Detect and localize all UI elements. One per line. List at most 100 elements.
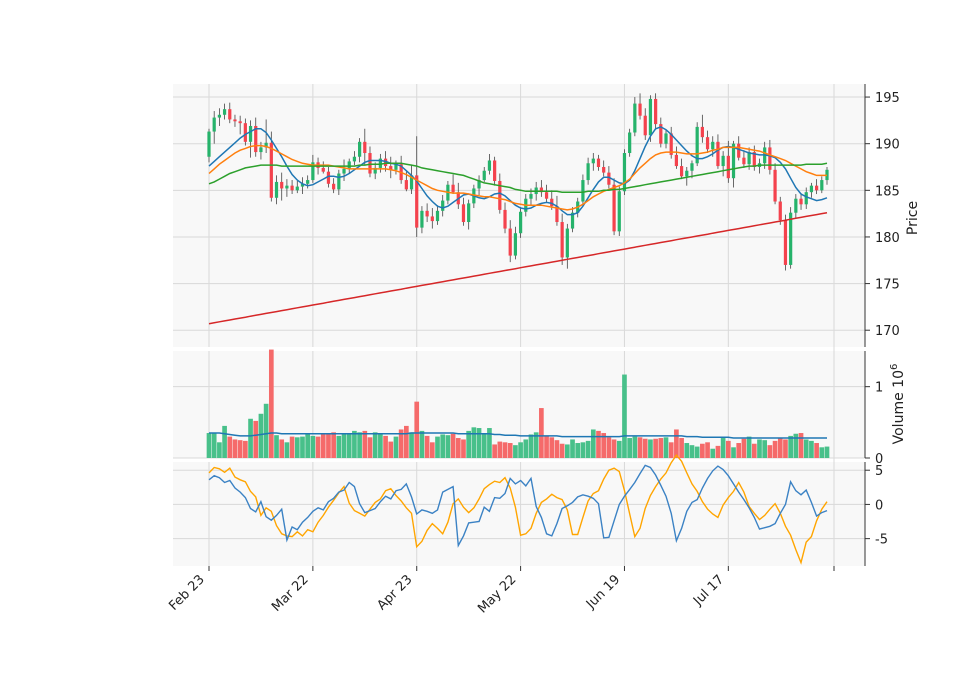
- y-tick-label: 175: [875, 278, 900, 293]
- volume-bar: [497, 441, 503, 458]
- volume-bar: [596, 430, 601, 458]
- x-tick-label: Feb 23: [166, 572, 208, 614]
- volume-bar: [243, 440, 248, 458]
- candle-body: [742, 157, 746, 165]
- volume-bar: [741, 438, 747, 458]
- y-tick-label: -5: [875, 533, 888, 548]
- volume-bar: [544, 435, 549, 458]
- candle-body: [228, 109, 232, 120]
- candle-body: [363, 141, 367, 154]
- candle-body: [332, 183, 336, 190]
- volume-bar: [274, 435, 279, 458]
- volume-bar: [715, 445, 721, 458]
- y-tick-label: 190: [875, 138, 900, 153]
- chart-figure: stockcharts Feb 23Mar 22Apr 23May 22Jun …: [0, 0, 960, 690]
- volume-bar: [237, 440, 243, 458]
- volume-bar: [777, 438, 783, 458]
- volume-bar: [471, 427, 477, 458]
- volume-bar: [310, 435, 316, 458]
- candle-body: [809, 185, 814, 193]
- candle-body: [648, 98, 653, 136]
- volume-bar: [211, 433, 217, 458]
- volume-bar: [674, 429, 679, 458]
- volume-bar: [798, 433, 804, 458]
- candle-body: [295, 186, 299, 191]
- volume-bar: [762, 440, 768, 458]
- candle-body: [461, 204, 466, 223]
- candle-body: [721, 155, 725, 167]
- candle-body: [700, 126, 704, 138]
- volume-bar: [710, 448, 716, 458]
- candle-body: [274, 181, 279, 198]
- volume-bar: [284, 442, 290, 458]
- x-tick-label: May 22: [475, 572, 519, 616]
- candle-body: [482, 170, 486, 181]
- volume-bar: [331, 432, 336, 458]
- volume-bar: [694, 446, 700, 458]
- volume-bar: [788, 435, 793, 458]
- volume-bar: [648, 439, 653, 458]
- volume-bar: [746, 436, 752, 458]
- volume-bar: [803, 439, 809, 458]
- volume-bar: [783, 439, 788, 458]
- volume-bar: [824, 446, 830, 458]
- volume-bar: [642, 438, 648, 458]
- candle-body: [420, 210, 424, 228]
- volume-bar: [222, 425, 227, 458]
- volume-bar: [305, 433, 311, 458]
- y-tick-label: 1: [875, 381, 883, 396]
- volume-bar: [627, 438, 632, 458]
- volume-bar: [772, 440, 778, 458]
- volume-bar: [559, 443, 565, 458]
- price-axis-label: Price: [905, 201, 921, 235]
- candle-body: [430, 216, 434, 222]
- candle-body: [612, 184, 616, 232]
- candle-body: [664, 133, 668, 144]
- candle-body: [602, 167, 606, 173]
- volume-bar: [570, 439, 575, 458]
- candle-body: [290, 185, 294, 191]
- candle-body: [337, 173, 341, 190]
- volume-bar: [502, 442, 508, 458]
- volume-bar: [414, 401, 420, 458]
- candle-body: [783, 220, 788, 265]
- volume-bar: [819, 447, 825, 458]
- y-tick-label: 170: [875, 324, 900, 339]
- volume-bar: [679, 438, 684, 458]
- volume-bar: [554, 440, 560, 458]
- candle-body: [596, 158, 601, 168]
- volume-bar: [513, 445, 518, 458]
- candle-body: [269, 142, 273, 198]
- candle-body: [508, 228, 512, 256]
- volume-bar: [258, 413, 264, 458]
- candle-body: [435, 210, 440, 222]
- volume-bar: [466, 430, 472, 458]
- candle-body: [731, 143, 736, 179]
- volume-bar: [206, 433, 212, 458]
- volume-bar: [575, 443, 581, 458]
- volume-bar: [487, 428, 492, 458]
- candle-body: [815, 185, 819, 191]
- candle-body: [207, 131, 211, 157]
- candle-body: [347, 161, 351, 169]
- volume-bar: [606, 437, 612, 458]
- candle-body: [321, 167, 325, 172]
- volume-bar: [279, 439, 285, 458]
- candle-body: [638, 103, 642, 116]
- volume-bar: [393, 436, 399, 458]
- volume-bar: [580, 442, 586, 458]
- volume-bar: [492, 444, 497, 458]
- candle-body: [773, 169, 777, 202]
- candle-body: [238, 121, 242, 124]
- volume-bar: [409, 432, 414, 458]
- candle-body: [705, 137, 710, 150]
- chart-canvas: stockcharts Feb 23Mar 22Apr 23May 22Jun …: [166, 84, 921, 616]
- volume-bar: [751, 443, 757, 458]
- y-tick-label: 5: [875, 464, 883, 479]
- volume-bar: [435, 436, 440, 458]
- volume-bar: [315, 436, 321, 458]
- volume-bar: [658, 438, 664, 458]
- candle-body: [503, 209, 507, 229]
- volume-bar: [424, 435, 430, 458]
- candle-body: [518, 211, 523, 234]
